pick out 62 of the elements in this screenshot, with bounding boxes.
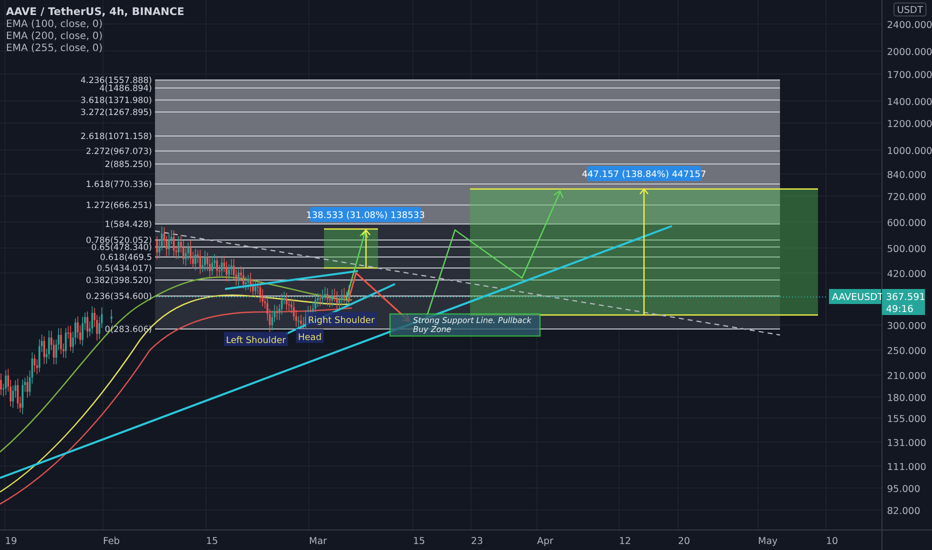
price-axis-label: 420.000 — [887, 269, 926, 280]
price-axis-label: 155.000 — [887, 414, 926, 425]
price-axis-label: 1000.000 — [887, 146, 932, 157]
target-zone — [324, 228, 378, 269]
support-note: Strong Support Line. Pullback Buy Zone — [389, 313, 541, 337]
time-axis-label: 12 — [619, 536, 632, 547]
fibonacci-level-label: 4.236(1557.888) — [80, 76, 152, 86]
price-axis-label: 95.000 — [887, 484, 920, 495]
fibonacci-level-label: 3.618(1371.980) — [80, 96, 152, 106]
pattern-label: Head — [296, 329, 324, 343]
fibonacci-level-label: 1.272(666.251) — [86, 201, 152, 211]
price-axis-label: 2000.000 — [887, 47, 932, 58]
price-axis-label: 82.000 — [887, 506, 920, 517]
time-axis-label: 23 — [471, 536, 484, 547]
fibonacci-level-label: 0.5(434.017) — [96, 264, 152, 274]
pattern-label: Right Shoulder — [306, 312, 377, 326]
price-axis-label: 180.000 — [887, 393, 926, 404]
currency-label: USDT — [894, 2, 926, 16]
fibonacci-level-label: 0.236(354.600) — [86, 292, 152, 302]
time-axis-label: 15 — [206, 536, 218, 547]
fibonacci-level-label: 2.618(1071.158) — [80, 132, 152, 142]
price-axis-label: 250.000 — [887, 346, 926, 357]
fibonacci-level-label: 0.618(469.5 — [100, 253, 152, 263]
time-axis-label: Mar — [309, 536, 327, 547]
price-axis-label: 1200.000 — [887, 119, 932, 130]
measure-arrow — [362, 228, 370, 268]
time-axis-label: 19 — [5, 536, 18, 547]
fibonacci-level-label: 1.618(770.336) — [86, 180, 152, 190]
candlestick — [110, 309, 112, 324]
indicator-label: EMA (100, close, 0) — [6, 19, 103, 30]
price-axis-label: 111.000 — [887, 462, 926, 473]
chart-title: AAVE / TetherUS, 4h, BINANCE — [6, 6, 184, 18]
time-axis-label: May — [758, 536, 778, 547]
time-axis-label: 20 — [678, 536, 690, 547]
fibonacci-level-label: 2(885.250) — [104, 160, 152, 170]
price-axis-label: 2400.000 — [887, 20, 932, 31]
indicator-label: EMA (255, close, 0) — [6, 43, 103, 54]
measurement-label: 138.533 (31.08%) 138533 — [306, 207, 425, 222]
price-axis-label: 1400.000 — [887, 97, 932, 108]
price-axis-label: 1700.000 — [887, 70, 932, 81]
price-tag: 367.591 49:16 — [882, 289, 926, 315]
fibonacci-level-label: 0.382(398.520) — [86, 276, 152, 286]
fibonacci-level-label: 3.272(1267.895) — [80, 108, 152, 118]
price-axis-label: 210.000 — [887, 371, 926, 382]
time-axis-label: Apr — [537, 536, 554, 547]
pattern-label: Left Shoulder — [224, 332, 288, 346]
measurement-label: 447.157 (138.84%) 447157 — [582, 166, 706, 181]
time-axis-label: 10 — [826, 536, 838, 547]
price-axis-label: 131.000 — [887, 438, 926, 449]
price-axis-label: 720.000 — [887, 192, 926, 203]
fibonacci-level-label: 0.786(520.052) — [86, 236, 152, 246]
time-axis-label: Feb — [103, 536, 120, 547]
fibonacci-level-label: 2.272(967.073) — [86, 147, 152, 157]
price-axis-label: 500.000 — [887, 244, 926, 255]
price-axis-label: 600.000 — [887, 218, 926, 229]
fibonacci-level-label: 0.65(478.340) — [91, 243, 152, 253]
fibonacci-level-label: 4(1486.894) — [99, 84, 152, 94]
fibonacci-level-label: 1(584.428) — [104, 220, 152, 230]
time-axis-label: 15 — [413, 536, 426, 547]
price-axis-label: 840.000 — [887, 170, 926, 181]
indicator-label: EMA (200, close, 0) — [6, 31, 103, 42]
price-axis-label: 300.000 — [887, 321, 926, 332]
